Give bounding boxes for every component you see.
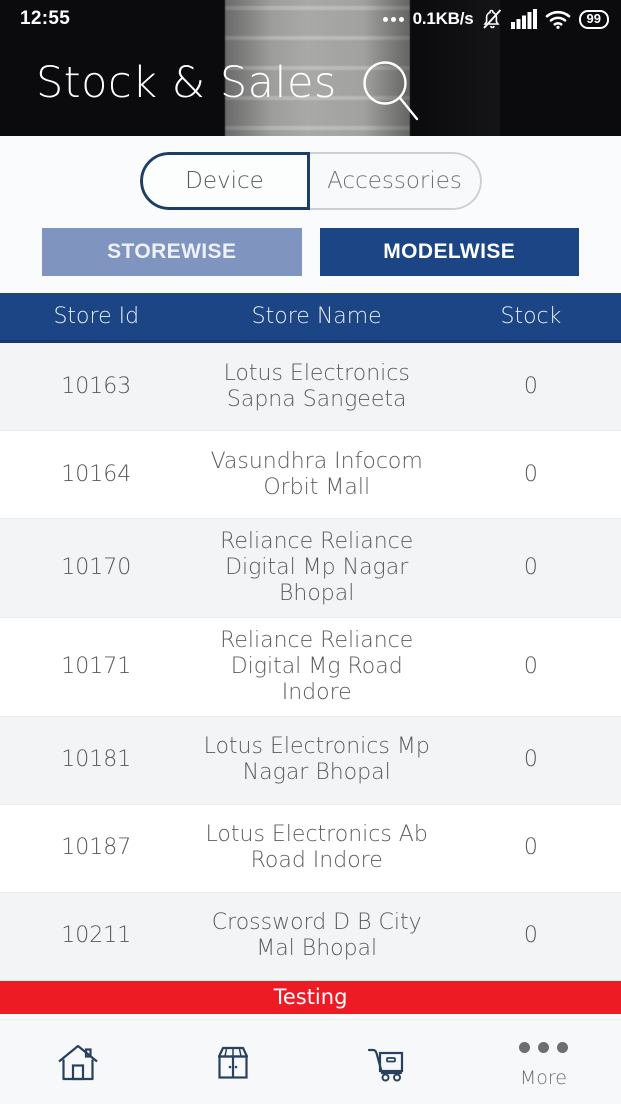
nav-item-more[interactable]: More — [466, 1020, 621, 1104]
column-header-store-id: Store Id — [53, 304, 140, 329]
cell-store-name: Reliance Reliance Digital Mg Road Indore — [220, 627, 414, 705]
tab-device[interactable]: Device — [139, 152, 310, 210]
cart-icon — [363, 1041, 413, 1090]
cell-store-id: 10171 — [61, 653, 132, 679]
cell-store-name: Reliance Reliance Digital Mp Nagar Bhopa… — [220, 529, 414, 606]
mode-button-row: STOREWISE MODELWISE — [0, 210, 621, 276]
table-row[interactable]: 10163 Lotus Electronics Sapna Sangeeta 0 — [0, 343, 621, 431]
modelwise-button[interactable]: MODELWISE — [319, 228, 579, 276]
table-body: 10163 Lotus Electronics Sapna Sangeeta 0 10… — [0, 343, 621, 981]
cell-store-name: Lotus Electronics Mp Nagar Bhopal — [203, 734, 430, 786]
wifi-icon — [545, 9, 571, 29]
nav-item-cart[interactable] — [311, 1020, 466, 1104]
cell-store-id: 10170 — [61, 554, 132, 580]
page-title: Stock & Sales — [36, 58, 337, 108]
cell-store-name: Crossword D B City Mal Bhopal — [211, 910, 422, 962]
store-icon — [210, 1041, 256, 1090]
home-icon — [55, 1041, 101, 1090]
status-banner: Testing — [0, 980, 621, 1014]
battery-icon: 99 — [578, 9, 609, 29]
cell-store-id: 10163 — [61, 373, 132, 399]
app-header: 12:55 0.1KB/s 99 Stock & Sales — [0, 0, 621, 136]
cell-stock: 0 — [523, 923, 538, 949]
cell-stock: 0 — [523, 835, 538, 861]
bell-muted-icon — [482, 8, 503, 30]
table-row[interactable]: 10164 Vasundhra Infocom Orbit Mall 0 — [0, 431, 621, 519]
status-time: 12:55 — [20, 8, 71, 29]
cell-store-name: Lotus Electronics Sapna Sangeeta — [223, 360, 410, 412]
column-header-store-name: Store Name — [251, 304, 382, 329]
overflow-dots-icon — [382, 16, 404, 22]
nav-item-store[interactable] — [155, 1020, 310, 1104]
search-icon[interactable] — [355, 55, 427, 127]
table-row[interactable]: 10187 Lotus Electronics Ab Road Indore 0 — [0, 804, 621, 893]
cell-store-id: 10181 — [61, 747, 132, 773]
segment-control-wrapper: Device Accessories — [0, 136, 621, 210]
cell-store-id: 10164 — [61, 461, 132, 487]
table-row[interactable]: 10171 Reliance Reliance Digital Mg Road I… — [0, 617, 621, 717]
status-bar: 12:55 0.1KB/s 99 — [0, 0, 621, 38]
table-header: Store Id Store Name Stock — [0, 293, 621, 343]
cell-store-id: 10187 — [61, 835, 132, 861]
cell-store-name: Vasundhra Infocom Orbit Mall — [210, 448, 423, 500]
bottom-navigation: More — [0, 1019, 621, 1104]
signal-bars-icon — [510, 9, 537, 29]
column-header-stock: Stock — [500, 304, 562, 329]
table-row[interactable]: 10170 Reliance Reliance Digital Mp Nagar … — [0, 519, 621, 618]
tab-accessories[interactable]: Accessories — [309, 152, 482, 210]
device-accessories-toggle: Device Accessories — [139, 152, 482, 210]
app-root: 12:55 0.1KB/s 99 Stock & Sales Device Ac… — [0, 0, 621, 1104]
cell-stock: 0 — [523, 373, 538, 399]
cell-store-name: Lotus Electronics Ab Road Indore — [205, 822, 428, 874]
cell-stock: 0 — [523, 461, 538, 487]
cell-store-id: 10211 — [61, 923, 132, 949]
cell-stock: 0 — [523, 653, 538, 679]
cell-stock: 0 — [523, 747, 538, 773]
table-row[interactable]: 10211 Crossword D B City Mal Bhopal 0 — [0, 892, 621, 981]
table-row[interactable]: 10181 Lotus Electronics Mp Nagar Bhopal 0 — [0, 716, 621, 805]
nav-item-home[interactable] — [0, 1020, 155, 1104]
status-icons: 0.1KB/s 99 — [382, 8, 609, 30]
cell-stock: 0 — [523, 554, 538, 580]
nav-label-more: More — [519, 1066, 567, 1089]
storewise-button[interactable]: STOREWISE — [42, 228, 302, 276]
more-dots-icon — [518, 1041, 568, 1053]
network-speed-label: 0.1KB/s — [412, 9, 474, 28]
